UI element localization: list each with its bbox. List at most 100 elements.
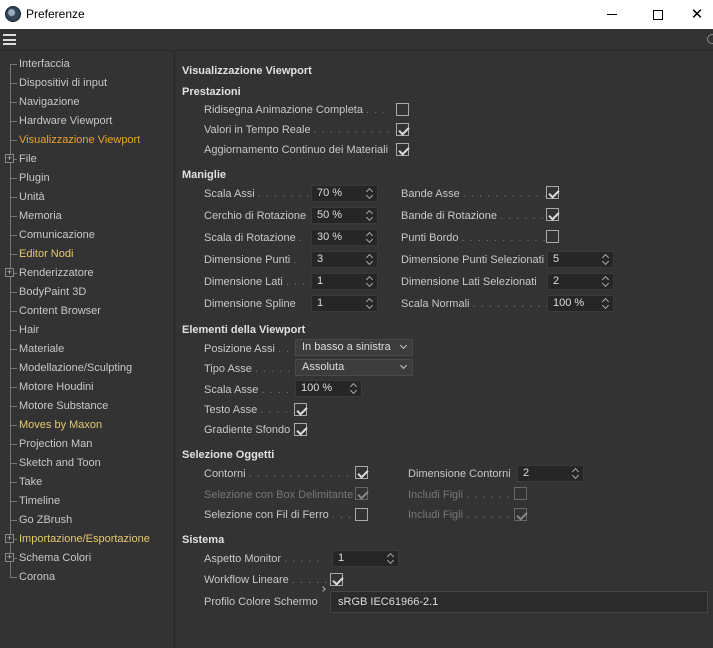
- stepper-arrows-icon[interactable]: [366, 187, 374, 200]
- sidebar-item-timeline[interactable]: Timeline: [10, 492, 60, 511]
- dimensione-punti-label: Dimensione Punti .: [204, 254, 298, 266]
- sidebar-item-comunicazione[interactable]: Comunicazione: [10, 226, 95, 245]
- dimensione-punti-selezionati-label: Dimensione Punti Selezionati: [401, 254, 545, 266]
- sidebar-item-editor-nodi[interactable]: Editor Nodi: [10, 245, 73, 264]
- stepper-arrows-icon[interactable]: [602, 297, 610, 310]
- sidebar-item-label: Visualizzazione Viewport: [19, 134, 141, 146]
- sidebar-item-memoria[interactable]: Memoria: [10, 207, 62, 226]
- hamburger-menu-icon[interactable]: [3, 34, 16, 45]
- sidebar-item-file[interactable]: + File: [5, 150, 37, 169]
- scala-assi-stepper[interactable]: 70 %: [311, 185, 378, 202]
- aggiornamento-checkbox[interactable]: [396, 143, 409, 156]
- sidebar-item-label: Memoria: [19, 210, 62, 222]
- sidebar-item-unita[interactable]: Unità: [10, 188, 45, 207]
- dimensione-punti-stepper[interactable]: 3: [311, 251, 378, 268]
- testo-asse-checkbox[interactable]: [294, 403, 307, 416]
- sidebar-item-label: Content Browser: [19, 305, 101, 317]
- section-title-maniglie: Maniglie: [182, 169, 227, 181]
- sidebar-item-hardware-viewport[interactable]: Hardware Viewport: [10, 112, 112, 131]
- expand-icon[interactable]: +: [5, 553, 14, 562]
- dimensione-spline-stepper[interactable]: 1: [311, 295, 378, 312]
- toolbar: [0, 29, 713, 51]
- close-button[interactable]: ✕: [681, 0, 713, 29]
- punti-bordo-checkbox[interactable]: [546, 230, 559, 243]
- scala-asse-stepper[interactable]: 100 %: [295, 380, 362, 397]
- sidebar-item-modellazione[interactable]: Modellazione/Sculpting: [10, 359, 132, 378]
- close-icon: ✕: [690, 6, 704, 23]
- sidebar-item-schema-colori[interactable]: + Schema Colori: [5, 549, 91, 568]
- contorni-checkbox[interactable]: [355, 466, 368, 479]
- dimensione-lati-stepper[interactable]: 1: [311, 273, 378, 290]
- sidebar-item-corona[interactable]: Corona: [10, 568, 55, 587]
- sidebar-item-importazione-esportazione[interactable]: + Importazione/Esportazione: [5, 530, 150, 549]
- minimize-button[interactable]: [589, 0, 635, 29]
- profilo-colore-field[interactable]: sRGB IEC61966-2.1: [330, 591, 708, 613]
- title-bar: Preferenze ✕: [0, 0, 713, 29]
- stepper-arrows-icon[interactable]: [350, 382, 358, 395]
- chevron-right-icon[interactable]: [320, 586, 326, 592]
- aspetto-monitor-label: Aspetto Monitor . . . . .: [204, 553, 321, 565]
- ridisegna-checkbox[interactable]: [396, 103, 409, 116]
- includi-figli-box-label: Includi Figli . . . . . .: [408, 489, 511, 501]
- dimensione-punti-selezionati-stepper[interactable]: 5: [547, 251, 614, 268]
- sidebar-item-sketch-and-toon[interactable]: Sketch and Toon: [10, 454, 101, 473]
- sidebar-item-interfaccia[interactable]: Interfaccia: [10, 55, 70, 74]
- stepper-arrows-icon[interactable]: [366, 253, 374, 266]
- sidebar-item-take[interactable]: Take: [10, 473, 42, 492]
- expand-icon[interactable]: +: [5, 268, 14, 277]
- scala-normali-stepper[interactable]: 100 %: [547, 295, 614, 312]
- valori-checkbox[interactable]: [396, 123, 409, 136]
- cerchio-stepper[interactable]: 50 %: [311, 207, 378, 224]
- maximize-button[interactable]: [635, 0, 681, 29]
- page-title: Visualizzazione Viewport: [182, 65, 312, 77]
- stepper-arrows-icon[interactable]: [602, 275, 610, 288]
- posizione-assi-select[interactable]: In basso a sinistra: [295, 339, 413, 356]
- scala-asse-label: Scala Asse . . . . .: [204, 384, 298, 396]
- section-title-elementi: Elementi della Viewport: [182, 324, 306, 336]
- sidebar-item-materiale[interactable]: Materiale: [10, 340, 64, 359]
- scala-rotazione-label: Scala di Rotazione .: [204, 232, 303, 244]
- stepper-arrows-icon[interactable]: [366, 275, 374, 288]
- sidebar-item-go-zbrush[interactable]: Go ZBrush: [10, 511, 72, 530]
- sidebar-item-label: Sketch and Toon: [19, 457, 101, 469]
- sidebar-item-hair[interactable]: Hair: [10, 321, 39, 340]
- expand-icon[interactable]: +: [5, 154, 14, 163]
- sidebar-item-label: Materiale: [19, 343, 65, 355]
- sidebar-item-plugin[interactable]: Plugin: [10, 169, 50, 188]
- dimensione-contorni-stepper[interactable]: 2: [517, 465, 584, 482]
- fil-di-ferro-checkbox[interactable]: [355, 508, 368, 521]
- tipo-asse-select[interactable]: Assoluta: [295, 359, 413, 376]
- sidebar-item-visualizzazione-viewport[interactable]: Visualizzazione Viewport: [10, 131, 140, 150]
- sidebar-item-content-browser[interactable]: Content Browser: [10, 302, 101, 321]
- stepper-arrows-icon[interactable]: [387, 552, 395, 565]
- expand-icon[interactable]: +: [5, 534, 14, 543]
- dimensione-lati-selezionati-stepper[interactable]: 2: [547, 273, 614, 290]
- stepper-arrows-icon[interactable]: [572, 467, 580, 480]
- sidebar-item-moves-by-maxon[interactable]: Moves by Maxon: [10, 416, 102, 435]
- stepper-arrows-icon[interactable]: [602, 253, 610, 266]
- aspetto-monitor-stepper[interactable]: 1: [332, 550, 399, 567]
- workflow-lineare-checkbox[interactable]: [330, 573, 343, 586]
- scala-normali-label: Scala Normali . . . . . . . . . .: [401, 298, 550, 310]
- sidebar-item-label: Modellazione/Sculpting: [19, 362, 133, 374]
- posizione-assi-label: Posizione Assi . .: [204, 343, 291, 355]
- bande-rotazione-checkbox[interactable]: [546, 208, 559, 221]
- stepper-arrows-icon[interactable]: [366, 209, 374, 222]
- gradiente-sfondo-checkbox[interactable]: [294, 423, 307, 436]
- sidebar-item-motore-houdini[interactable]: Motore Houdini: [10, 378, 94, 397]
- sidebar-item-motore-substance[interactable]: Motore Substance: [10, 397, 108, 416]
- sidebar-item-label: Moves by Maxon: [19, 419, 103, 431]
- sidebar-item-projection-man[interactable]: Projection Man: [10, 435, 92, 454]
- dimensione-lati-label: Dimensione Lati . . .: [204, 276, 307, 288]
- sidebar-item-dispositivi[interactable]: Dispositivi di input: [10, 74, 107, 93]
- section-title-prestazioni: Prestazioni: [182, 86, 241, 98]
- sidebar-item-navigazione[interactable]: Navigazione: [10, 93, 80, 112]
- scala-rotazione-stepper[interactable]: 30 %: [311, 229, 378, 246]
- sidebar-item-label: BodyPaint 3D: [19, 286, 87, 298]
- stepper-arrows-icon[interactable]: [366, 231, 374, 244]
- stepper-arrows-icon[interactable]: [366, 297, 374, 310]
- bande-asse-checkbox[interactable]: [546, 186, 559, 199]
- sidebar-item-bodypaint[interactable]: BodyPaint 3D: [10, 283, 86, 302]
- sidebar-item-renderizzatore[interactable]: + Renderizzatore: [5, 264, 94, 283]
- dimensione-contorni-label: Dimensione Contorni: [408, 468, 511, 480]
